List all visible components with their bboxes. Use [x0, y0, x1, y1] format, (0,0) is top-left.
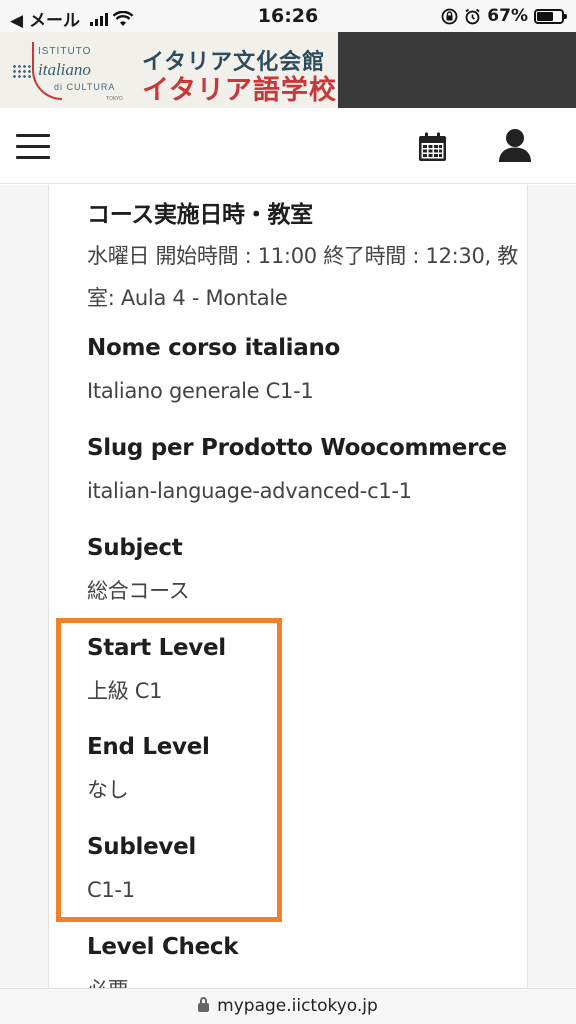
url-text: mypage.iictokyo.jp: [217, 996, 378, 1016]
rotation-lock-icon: [441, 8, 458, 24]
banner-brand: ISTITUTO italiano di CULTURA TOKYO イタリア文…: [0, 32, 338, 108]
field-subject: Subject 総合コース: [87, 535, 527, 610]
field-label: Subject: [87, 535, 183, 561]
site-banner[interactable]: ISTITUTO italiano di CULTURA TOKYO イタリア文…: [0, 32, 576, 108]
browser-url-bar[interactable]: mypage.iictokyo.jp: [0, 988, 576, 1024]
field-label: Sublevel: [87, 834, 196, 860]
alarm-icon: [465, 8, 480, 24]
field-label: Nome corso italiano: [87, 335, 341, 361]
field-value: 上級 C1: [87, 679, 163, 703]
field-label: End Level: [87, 734, 210, 760]
field-sublevel: Sublevel C1-1: [87, 834, 527, 909]
course-detail-card: コース実施日時・教室 水曜日 開始時間 : 11:00 終了時間 : 12:30…: [48, 185, 528, 988]
field-label: Level Check: [87, 934, 239, 960]
field-schedule: コース実施日時・教室 水曜日 開始時間 : 11:00 終了時間 : 12:30…: [87, 195, 527, 319]
field-value: 水曜日 開始時間 : 11:00 終了時間 : 12:30, 教室: Aula …: [87, 244, 518, 310]
iic-logo: ISTITUTO italiano di CULTURA TOKYO: [8, 40, 126, 102]
calendar-icon[interactable]: [418, 132, 447, 162]
field-value: C1-1: [87, 878, 135, 902]
banner-title-school: イタリア語学校: [142, 75, 337, 106]
field-label: コース実施日時・教室: [87, 202, 313, 228]
field-course-name: Nome corso italiano Italiano generale C1…: [87, 335, 527, 410]
field-value: 必要: [87, 971, 527, 988]
field-label: Start Level: [87, 635, 226, 661]
top-navigation: [0, 108, 576, 184]
field-value: 総合コース: [87, 579, 190, 603]
field-level-check: Level Check 必要: [87, 934, 527, 988]
user-icon[interactable]: [498, 128, 532, 164]
lock-icon: [198, 997, 210, 1012]
status-bar: ◀ メール 16:26 67%: [0, 0, 576, 32]
battery-percent: 67%: [487, 6, 528, 26]
field-end-level: End Level なし: [87, 734, 527, 809]
status-right: 67%: [441, 6, 567, 26]
battery-icon: [534, 8, 567, 24]
hamburger-menu-icon[interactable]: [16, 134, 52, 160]
field-value: なし: [87, 778, 129, 802]
field-value: italian-language-advanced-c1-1: [87, 479, 412, 503]
field-start-level: Start Level 上級 C1: [87, 635, 527, 710]
field-slug: Slug per Prodotto Woocommerce italian-la…: [87, 435, 527, 510]
field-value: Italiano generale C1-1: [87, 379, 314, 403]
field-label: Slug per Prodotto Woocommerce: [87, 435, 507, 461]
